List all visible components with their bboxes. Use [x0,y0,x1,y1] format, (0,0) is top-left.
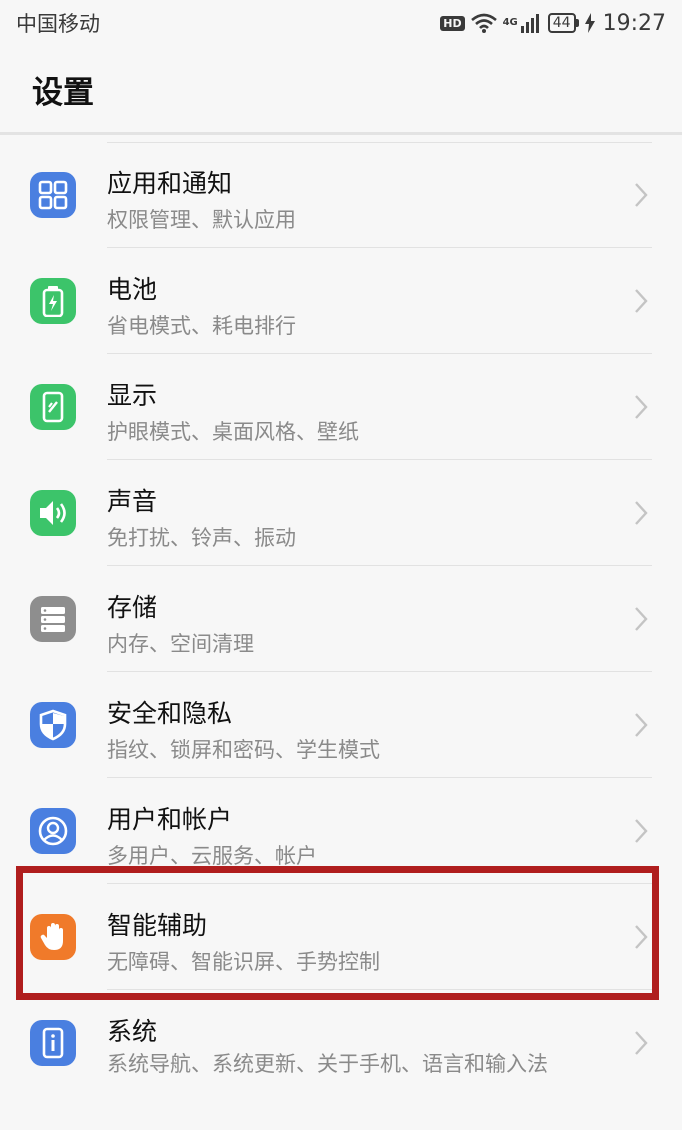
chevron-right-icon [635,395,648,419]
chevron-right-icon [635,289,648,313]
battery-tip [575,19,579,27]
system-info-icon [30,1020,76,1066]
speaker-icon [30,490,76,536]
settings-item-security-privacy[interactable]: 安全和隐私 指纹、锁屏和密码、学生模式 [0,672,682,778]
settings-list: 应用和通知 权限管理、默认应用 电池 省电模式、耗电排行 显示 护眼模式、桌面风… [0,142,682,1130]
item-title: 安全和隐私 [107,699,233,728]
chevron-right-icon [635,607,648,631]
battery-icon [30,278,76,324]
storage-icon [30,596,76,642]
chevron-right-icon [635,819,648,843]
item-title: 显示 [107,381,158,410]
item-title: 声音 [107,487,158,516]
status-icons: HD 4G 44 19:27 [440,11,666,36]
item-subtitle: 内存、空间清理 [107,632,254,656]
item-subtitle: 免打扰、铃声、振动 [107,526,296,550]
settings-item-users-accounts[interactable]: 用户和帐户 多用户、云服务、帐户 [0,778,682,884]
chevron-right-icon [635,713,648,737]
chevron-right-icon [635,501,648,525]
item-title: 存储 [107,593,158,622]
item-title: 应用和通知 [107,169,233,198]
item-subtitle: 指纹、锁屏和密码、学生模式 [107,738,380,762]
signal-icon [520,14,539,33]
chevron-right-icon [635,925,648,949]
clock: 19:27 [602,10,666,36]
page-title: 设置 [32,74,94,111]
header-divider [0,132,682,135]
settings-item-smart-assistance[interactable]: 智能辅助 无障碍、智能识屏、手势控制 [0,884,682,990]
chevron-right-icon [635,183,648,207]
shield-icon [30,702,76,748]
hand-icon [30,914,76,960]
item-subtitle: 无障碍、智能识屏、手势控制 [107,950,380,974]
apps-grid-icon [30,172,76,218]
status-bar: 中国移动 HD 4G 44 19:27 [0,0,682,46]
item-title: 电池 [107,275,158,304]
display-icon [30,384,76,430]
app-header: 设置 [0,46,682,132]
settings-item-storage[interactable]: 存储 内存、空间清理 [0,566,682,672]
item-subtitle: 系统导航、系统更新、关于手机、语言和输入法 [107,1052,548,1076]
item-title: 系统 [107,1017,158,1046]
settings-item-apps-notifications[interactable]: 应用和通知 权限管理、默认应用 [0,142,682,248]
wifi-icon [470,13,497,33]
chevron-right-icon [635,1031,648,1055]
item-subtitle: 多用户、云服务、帐户 [107,844,317,868]
network-type-label: 4G [502,16,518,28]
settings-item-battery[interactable]: 电池 省电模式、耗电排行 [0,248,682,354]
item-subtitle: 省电模式、耗电排行 [107,314,296,338]
charging-bolt-icon [584,13,595,33]
battery-indicator: 44 [547,13,579,33]
settings-item-sound[interactable]: 声音 免打扰、铃声、振动 [0,460,682,566]
hd-volte-badge: HD [440,15,465,31]
item-title: 用户和帐户 [107,805,233,834]
carrier-name: 中国移动 [16,12,100,36]
item-title: 智能辅助 [107,911,208,940]
user-icon [30,808,76,854]
settings-item-display[interactable]: 显示 护眼模式、桌面风格、壁纸 [0,354,682,460]
battery-level: 44 [547,13,576,33]
settings-item-system[interactable]: 系统 系统导航、系统更新、关于手机、语言和输入法 [0,990,682,1130]
item-subtitle: 护眼模式、桌面风格、壁纸 [107,420,359,444]
item-subtitle: 权限管理、默认应用 [107,208,296,232]
